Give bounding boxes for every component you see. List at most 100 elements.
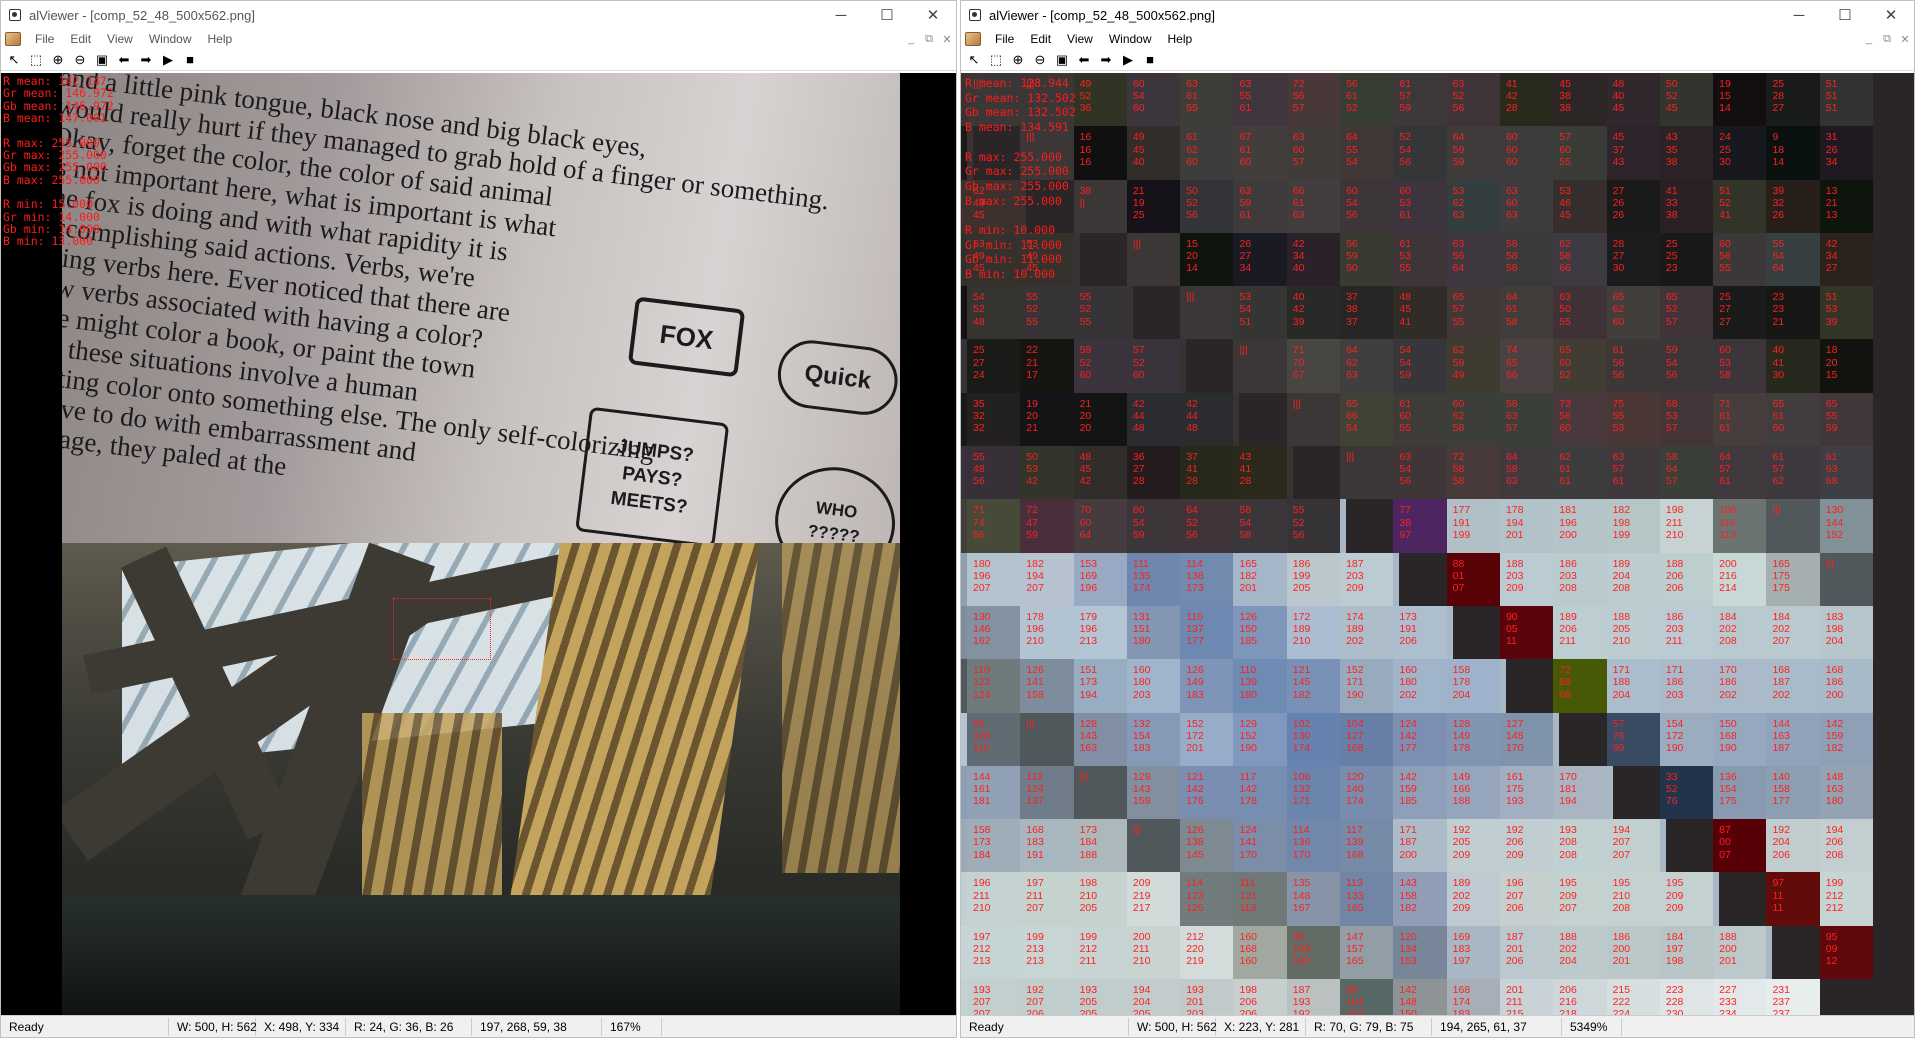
- document-icon[interactable]: [965, 32, 981, 46]
- pixel-cell: 192 206 209: [1499, 819, 1554, 873]
- pixel-cell: |||: [1766, 499, 1820, 553]
- arrow-right-icon[interactable]: ➡: [1095, 50, 1117, 70]
- pixel-cell: 135 148 167: [1286, 872, 1341, 926]
- menu-view[interactable]: View: [1059, 32, 1101, 46]
- pixel-cell: 153 169 196: [1073, 552, 1127, 606]
- pixel-cell: 110 139 180: [1233, 659, 1287, 713]
- maximize-button[interactable]: ☐: [864, 1, 910, 29]
- pixel-cell: 71 74 56: [967, 499, 1021, 553]
- pixel-cell: 55 52 55: [1020, 286, 1074, 340]
- pointer-icon[interactable]: ↖: [963, 50, 985, 70]
- status-dimensions: W: 500, H: 562: [169, 1017, 257, 1036]
- menu-help[interactable]: Help: [200, 32, 241, 46]
- pixel-cell: 171 187 200: [1393, 819, 1447, 873]
- pixel-cell: 168 174 183: [1446, 979, 1500, 1015]
- menu-help[interactable]: Help: [1160, 32, 1201, 46]
- menu-file[interactable]: File: [987, 32, 1022, 46]
- pixel-cell: [1233, 392, 1240, 447]
- pixel-cell: 97 11 11: [1766, 872, 1820, 926]
- close-button[interactable]: ✕: [1868, 1, 1914, 29]
- mdi-close-button[interactable]: ✕: [938, 33, 956, 46]
- left-titlebar[interactable]: alViewer - [comp_52_48_500x562.png] ─ ☐ …: [1, 1, 956, 29]
- menu-view[interactable]: View: [99, 32, 141, 46]
- pixel-cell: 199 212 212: [1819, 872, 1874, 926]
- minimize-button[interactable]: ─: [1776, 1, 1822, 29]
- pixel-cell: 36 27 28: [1126, 446, 1181, 500]
- fit-window-icon[interactable]: ▣: [91, 50, 113, 70]
- pixel-cell: 174 189 202: [1340, 605, 1394, 660]
- mdi-minimize-button[interactable]: _: [902, 33, 920, 45]
- pixel-cell: 192 205 209: [1446, 819, 1500, 873]
- pointer-icon[interactable]: ↖: [3, 50, 25, 70]
- fit-window-icon[interactable]: ▣: [1051, 50, 1073, 70]
- pixel-cell: 186 203 211: [1659, 605, 1714, 660]
- pixel-cell: 186 200 201: [1606, 925, 1660, 980]
- pixel-cell: 128 149 178: [1446, 712, 1500, 766]
- menu-window[interactable]: Window: [1101, 32, 1160, 46]
- pixel-cell: 43 35 38: [1659, 126, 1714, 180]
- pixel-cell: 114 138 173: [1180, 552, 1234, 606]
- mdi-close-button[interactable]: ✕: [1896, 33, 1914, 46]
- pixel-cell: 63 61 55: [1180, 73, 1234, 127]
- selection-rectangle[interactable]: [393, 598, 491, 660]
- pixel-cell: 42 44 48: [1126, 392, 1181, 447]
- pixel-cell: 61 60 55: [1393, 392, 1447, 447]
- pixel-cell: 23 23 21: [1766, 286, 1820, 340]
- mdi-minimize-button[interactable]: _: [1860, 33, 1878, 45]
- play-icon[interactable]: ▶: [1117, 50, 1139, 70]
- pixel-cell: 75 55 53: [1606, 392, 1660, 447]
- arrow-left-icon[interactable]: ⬅: [113, 50, 135, 70]
- pixel-cell: 64 61 58: [1499, 286, 1554, 340]
- pixel-cell: 184 202 207: [1766, 605, 1820, 660]
- zoom-in-icon[interactable]: ⊕: [1007, 50, 1029, 70]
- right-titlebar[interactable]: alViewer - [comp_52_48_500x562.png] ─ ☐ …: [961, 1, 1914, 29]
- maximize-button[interactable]: ☐: [1822, 1, 1868, 29]
- menu-window[interactable]: Window: [141, 32, 200, 46]
- left-window-title: alViewer - [comp_52_48_500x562.png]: [29, 7, 255, 23]
- menu-edit[interactable]: Edit: [62, 32, 99, 46]
- pixel-cell: 149 166 188: [1446, 765, 1500, 820]
- pixel-cell: 182 198 199: [1606, 499, 1660, 553]
- pixel-cell: 197 211 207: [1020, 872, 1074, 926]
- minimize-button[interactable]: ─: [818, 1, 864, 29]
- pixel-cell: 60 56 55: [1713, 232, 1767, 287]
- left-image-canvas[interactable]: and a little pink tongue, black nose and…: [1, 73, 956, 1015]
- pixel-cell: 182 194 207: [1020, 552, 1074, 606]
- pixel-cell: 54 52 48: [967, 286, 1021, 340]
- document-icon[interactable]: [5, 32, 21, 46]
- pixel-cell: 110 122 124: [967, 659, 1021, 713]
- mdi-restore-button[interactable]: ⧉: [920, 33, 938, 46]
- pixel-cell: 143 158 182: [1393, 872, 1447, 926]
- menu-edit[interactable]: Edit: [1022, 32, 1059, 46]
- pixel-grid: ||| ||| 49 52 36 60 54 60 63 61 55 63 55 61 72 56 57 56 61…: [961, 73, 1874, 1015]
- arrow-right-icon[interactable]: ➡: [135, 50, 157, 70]
- stop-icon[interactable]: ■: [179, 50, 201, 70]
- status-zoom: 5349%: [1562, 1017, 1622, 1036]
- zoom-in-icon[interactable]: ⊕: [47, 50, 69, 70]
- mdi-restore-button[interactable]: ⧉: [1878, 33, 1896, 46]
- pixel-cell: 201 211 215: [1499, 979, 1554, 1015]
- pixel-cell: 19 20 21: [1020, 392, 1074, 447]
- pixel-cell: 209 219 217: [1126, 872, 1181, 926]
- pixel-cell: 25 27 27: [1713, 286, 1767, 340]
- pixel-cell: 49 45 40: [1126, 126, 1181, 180]
- close-button[interactable]: ✕: [910, 1, 956, 29]
- flow-box-fox: FOX: [627, 296, 746, 378]
- right-pixel-canvas[interactable]: ||| ||| 49 52 36 60 54 60 63 61 55 63 55 61 72 56 57 56 61…: [961, 73, 1914, 1015]
- pixel-cell: |||: [1126, 232, 1181, 287]
- pixel-cell: 63 56 64: [1446, 232, 1500, 287]
- pixel-cell: 147 157 165: [1340, 925, 1394, 980]
- stop-icon[interactable]: ■: [1139, 50, 1161, 70]
- arrow-left-icon[interactable]: ⬅: [1073, 50, 1095, 70]
- right-statusbar: Ready W: 500, H: 562 X: 223, Y: 281 R: 7…: [961, 1015, 1914, 1037]
- zoom-out-icon[interactable]: ⊖: [1029, 50, 1051, 70]
- pixel-cell: 128 143 163: [1073, 712, 1127, 766]
- pixel-cell: [1553, 712, 1560, 766]
- zoom-out-icon[interactable]: ⊖: [69, 50, 91, 70]
- pixel-cell: 114 123 126: [1180, 872, 1234, 926]
- pixel-cell: [1180, 339, 1187, 393]
- select-rect-icon[interactable]: ⬚: [25, 50, 47, 70]
- select-rect-icon[interactable]: ⬚: [985, 50, 1007, 70]
- menu-file[interactable]: File: [27, 32, 62, 46]
- play-icon[interactable]: ▶: [157, 50, 179, 70]
